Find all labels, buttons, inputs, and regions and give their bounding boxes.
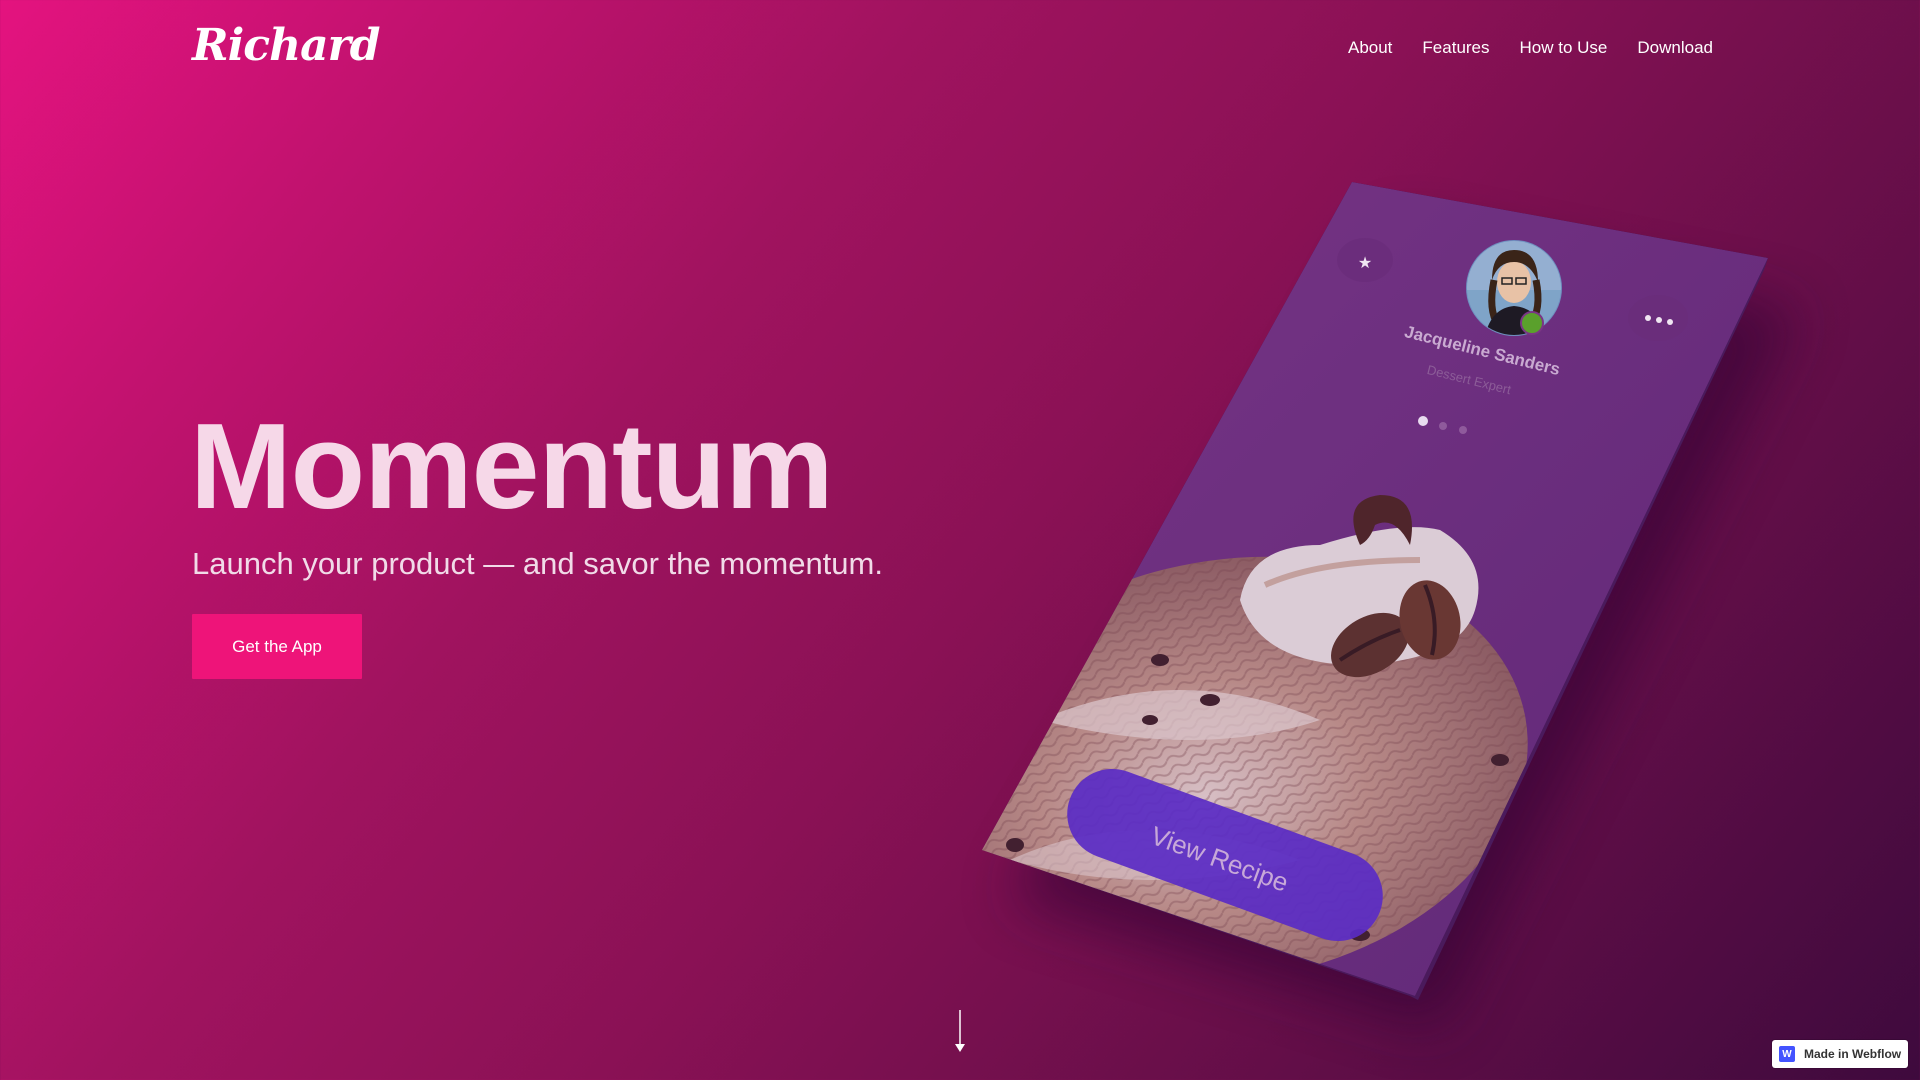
star-icon[interactable]: ★ xyxy=(1337,238,1393,282)
badge-label: Made in Webflow xyxy=(1804,1047,1902,1061)
online-status-indicator xyxy=(1520,311,1544,335)
arrow-down-icon[interactable] xyxy=(950,1008,970,1054)
webflow-logo-icon: W xyxy=(1779,1046,1795,1062)
made-in-webflow-badge[interactable]: W Made in Webflow xyxy=(1772,1040,1908,1068)
phone-illustration: ★ Jacqueline Sanders Dessert Expert View… xyxy=(982,182,1800,1030)
phone-mockup: ★ Jacqueline Sanders Dessert Expert View… xyxy=(0,0,1920,1080)
svg-text:★: ★ xyxy=(1358,253,1372,272)
more-dots-icon[interactable] xyxy=(1628,295,1688,341)
